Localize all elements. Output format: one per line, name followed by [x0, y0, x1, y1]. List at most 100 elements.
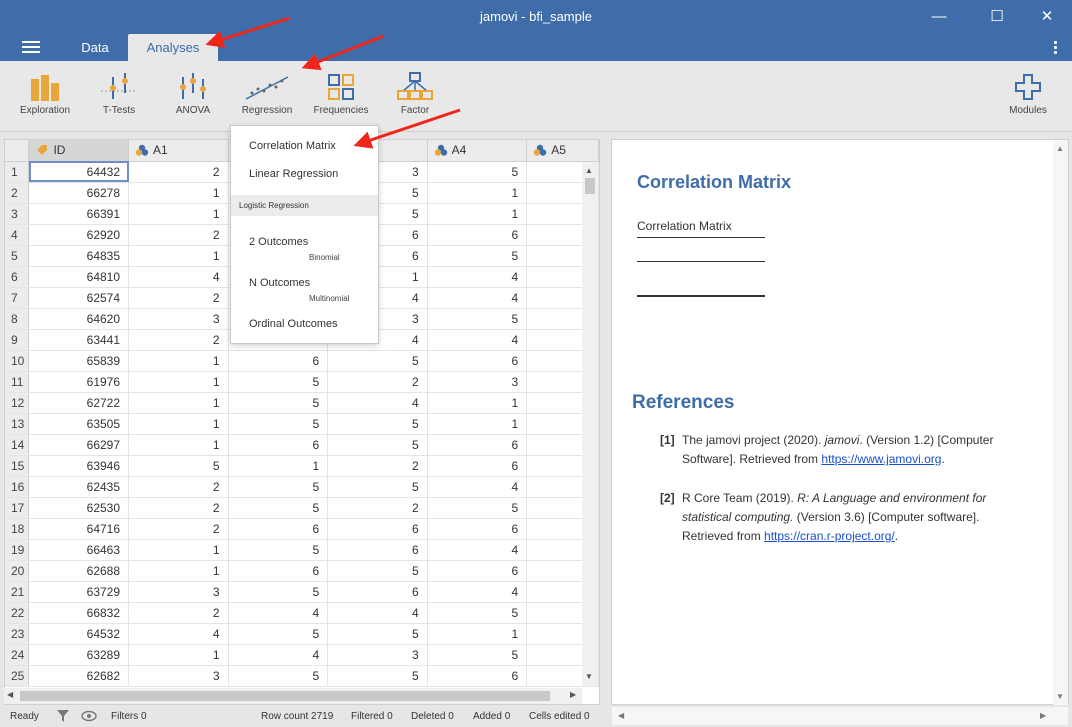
a4-cell[interactable]: 4: [427, 539, 528, 561]
a1-cell[interactable]: 3: [128, 665, 229, 687]
a4-cell[interactable]: 5: [427, 308, 528, 330]
a3-cell[interactable]: 5: [327, 476, 428, 498]
row-number-cell[interactable]: 9: [5, 329, 30, 351]
a1-cell[interactable]: 1: [128, 539, 229, 561]
row-number-cell[interactable]: 24: [5, 644, 30, 666]
a1-cell[interactable]: 1: [128, 350, 229, 372]
table-row[interactable]: 25 62682 3 5 5 6: [5, 665, 599, 687]
scroll-left-icon[interactable]: ◀: [618, 711, 624, 720]
row-number-cell[interactable]: 14: [5, 434, 30, 456]
tab-data[interactable]: Data: [64, 34, 126, 61]
a1-cell[interactable]: 3: [128, 581, 229, 603]
table-row[interactable]: 16 62435 2 5 5 4: [5, 476, 599, 498]
id-cell[interactable]: 61976: [28, 371, 130, 393]
a4-cell[interactable]: 6: [427, 434, 528, 456]
scroll-down-icon[interactable]: ▼: [1056, 692, 1064, 701]
a4-cell[interactable]: 3: [427, 371, 528, 393]
a2-cell[interactable]: 4: [228, 602, 329, 624]
id-cell[interactable]: 63505: [28, 413, 130, 435]
tab-analyses[interactable]: Analyses: [128, 34, 218, 61]
a3-cell[interactable]: 5: [327, 623, 428, 645]
menu-item-2-outcomes[interactable]: 2 Outcomes: [249, 236, 308, 248]
a1-cell[interactable]: 4: [128, 266, 229, 288]
id-cell[interactable]: 66278: [28, 182, 130, 204]
a1-cell[interactable]: 2: [128, 329, 229, 351]
a4-cell[interactable]: 1: [427, 182, 528, 204]
a4-cell[interactable]: 4: [427, 476, 528, 498]
a2-cell[interactable]: 1: [228, 455, 329, 477]
a4-cell[interactable]: 6: [427, 224, 528, 246]
menu-item-n-outcomes[interactable]: N Outcomes: [249, 277, 310, 289]
corner-cell[interactable]: [5, 140, 30, 162]
a1-cell[interactable]: 2: [128, 497, 229, 519]
table-row[interactable]: 21 63729 3 5 6 4: [5, 581, 599, 603]
a2-cell[interactable]: 5: [228, 476, 329, 498]
a1-cell[interactable]: 2: [128, 602, 229, 624]
id-cell[interactable]: 62920: [28, 224, 130, 246]
regression-button[interactable]: Regression: [232, 69, 302, 125]
a4-cell[interactable]: 1: [427, 413, 528, 435]
results-heading[interactable]: Correlation Matrix: [637, 172, 791, 193]
id-cell[interactable]: 64716: [28, 518, 130, 540]
hamburger-menu-icon[interactable]: [22, 41, 40, 55]
scroll-right-icon[interactable]: ▶: [1040, 711, 1046, 720]
id-cell[interactable]: 62530: [28, 497, 130, 519]
id-cell[interactable]: 63441: [28, 329, 130, 351]
a3-cell[interactable]: 6: [327, 581, 428, 603]
a3-cell[interactable]: 2: [327, 371, 428, 393]
results-vertical-scrollbar[interactable]: ▲ ▼: [1053, 140, 1068, 705]
id-cell[interactable]: 66832: [28, 602, 130, 624]
a2-cell[interactable]: 4: [228, 644, 329, 666]
a4-cell[interactable]: 5: [427, 644, 528, 666]
row-number-cell[interactable]: 4: [5, 224, 30, 246]
a3-cell[interactable]: 5: [327, 560, 428, 582]
scroll-up-icon[interactable]: ▲: [585, 166, 593, 175]
a4-cell[interactable]: 4: [427, 287, 528, 309]
scroll-right-icon[interactable]: ▶: [570, 690, 576, 699]
a2-cell[interactable]: 5: [228, 581, 329, 603]
factor-button[interactable]: Factor: [380, 69, 450, 125]
anova-button[interactable]: ANOVA: [158, 69, 228, 125]
reference-link[interactable]: https://cran.r-project.org/: [764, 529, 895, 543]
table-row[interactable]: 12 62722 1 5 4 1: [5, 392, 599, 414]
eye-icon[interactable]: [81, 709, 97, 726]
a1-cell[interactable]: 2: [128, 476, 229, 498]
t-tests-button[interactable]: T-Tests: [84, 69, 154, 125]
a1-cell[interactable]: 1: [128, 182, 229, 204]
scroll-left-icon[interactable]: ◀: [7, 690, 13, 699]
id-cell[interactable]: 64810: [28, 266, 130, 288]
table-row[interactable]: 17 62530 2 5 2 5: [5, 497, 599, 519]
row-number-cell[interactable]: 19: [5, 539, 30, 561]
a1-cell[interactable]: 1: [128, 413, 229, 435]
a1-cell[interactable]: 1: [128, 392, 229, 414]
a1-cell[interactable]: 1: [128, 434, 229, 456]
a3-cell[interactable]: 4: [327, 602, 428, 624]
menu-item-ordinal-outcomes[interactable]: Ordinal Outcomes: [249, 318, 338, 330]
scroll-thumb[interactable]: [585, 178, 595, 194]
column-header-a4[interactable]: A4: [427, 140, 528, 162]
a2-cell[interactable]: 5: [228, 413, 329, 435]
scroll-thumb[interactable]: [20, 691, 550, 701]
a1-cell[interactable]: 1: [128, 560, 229, 582]
id-cell[interactable]: 66391: [28, 203, 130, 225]
id-cell[interactable]: 62574: [28, 287, 130, 309]
a1-cell[interactable]: 1: [128, 203, 229, 225]
id-cell[interactable]: 65839: [28, 350, 130, 372]
id-cell[interactable]: 62688: [28, 560, 130, 582]
id-cell[interactable]: 64532: [28, 623, 130, 645]
table-row[interactable]: 13 63505 1 5 5 1: [5, 413, 599, 435]
a2-cell[interactable]: 6: [228, 350, 329, 372]
modules-button[interactable]: Modules: [993, 69, 1063, 125]
a1-cell[interactable]: 3: [128, 308, 229, 330]
frequencies-button[interactable]: Frequencies: [306, 69, 376, 125]
a4-cell[interactable]: 1: [427, 623, 528, 645]
a3-cell[interactable]: 5: [327, 413, 428, 435]
a4-cell[interactable]: 4: [427, 329, 528, 351]
results-horizontal-scrollbar[interactable]: ◀ ▶: [612, 707, 1068, 725]
a4-cell[interactable]: 1: [427, 392, 528, 414]
a4-cell[interactable]: 1: [427, 203, 528, 225]
a1-cell[interactable]: 1: [128, 371, 229, 393]
a1-cell[interactable]: 2: [128, 224, 229, 246]
a3-cell[interactable]: 3: [327, 644, 428, 666]
row-number-cell[interactable]: 16: [5, 476, 30, 498]
